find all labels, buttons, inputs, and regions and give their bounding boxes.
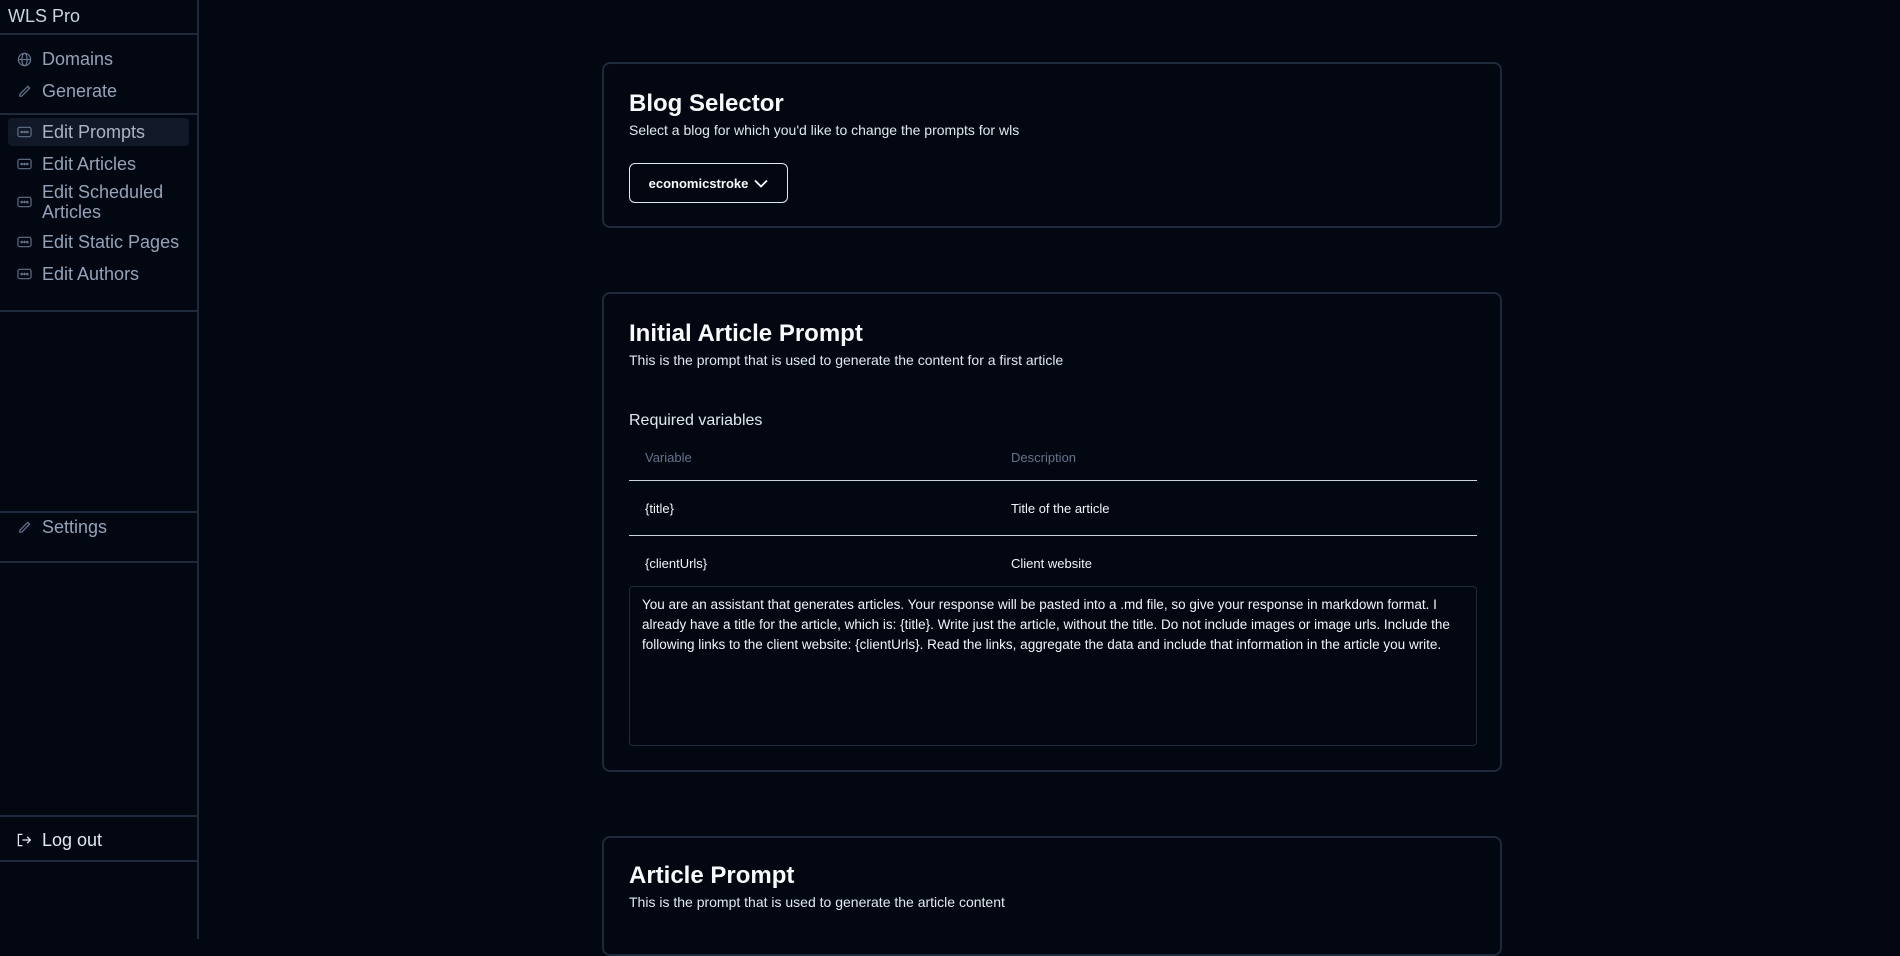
nav-group-settings: Settings bbox=[8, 513, 189, 545]
nav-item-label: Edit Articles bbox=[42, 154, 137, 174]
blog-select-dropdown[interactable]: economicstroke bbox=[629, 163, 788, 203]
variable-cell: {title} bbox=[629, 480, 995, 536]
nav-item-edit-authors[interactable]: Edit Authors bbox=[8, 260, 189, 288]
prompt-textarea[interactable]: You are an assistant that generates arti… bbox=[629, 586, 1477, 746]
variable-cell: {clientUrls} bbox=[645, 555, 708, 571]
card-description: This is the prompt that is used to gener… bbox=[629, 894, 1005, 910]
description-cell: Client website bbox=[1011, 555, 1092, 571]
logout-button[interactable]: Log out bbox=[8, 826, 189, 854]
nav-item-edit-articles[interactable]: Edit Articles bbox=[8, 150, 189, 178]
required-variables-label: Required variables bbox=[629, 412, 763, 429]
nav-item-label: Edit Authors bbox=[42, 264, 140, 284]
nav-item-generate[interactable]: Generate bbox=[8, 77, 189, 105]
chevron-down-icon bbox=[754, 176, 768, 191]
card-description: This is the prompt that is used to gener… bbox=[629, 352, 1064, 368]
description-cell: Title of the article bbox=[995, 480, 1477, 536]
ellipsis-box-icon bbox=[16, 124, 32, 140]
nav-item-label: Edit Prompts bbox=[42, 122, 146, 142]
nav-item-edit-prompts[interactable]: Edit Prompts bbox=[8, 118, 189, 146]
nav-item-domains[interactable]: Domains bbox=[8, 45, 189, 73]
card-title: Blog Selector bbox=[629, 90, 784, 117]
nav-group-edit: Edit Prompts Edit Articles Edit Schedule… bbox=[8, 118, 189, 292]
nav-group-logout: Log out bbox=[8, 826, 189, 858]
nav-item-settings[interactable]: Settings bbox=[8, 513, 189, 541]
column-header: Description bbox=[995, 434, 1477, 481]
pencil-icon bbox=[16, 519, 32, 535]
variables-table: Variable Description {title} Title of th… bbox=[629, 434, 1477, 590]
ellipsis-box-icon bbox=[16, 156, 32, 172]
card-description: Select a blog for which you'd like to ch… bbox=[629, 122, 1020, 138]
sidebar: WLS Pro Domains Generate Edit Prompts Ed… bbox=[0, 0, 199, 939]
divider bbox=[0, 561, 199, 563]
ellipsis-box-icon bbox=[16, 266, 32, 282]
nav-item-label: Generate bbox=[42, 81, 118, 101]
pencil-icon bbox=[16, 83, 32, 99]
blog-selector-card: Blog Selector Select a blog for which yo… bbox=[602, 62, 1502, 228]
selected-blog: economicstroke bbox=[648, 175, 749, 191]
card-title: Article Prompt bbox=[629, 862, 795, 889]
nav-item-label: Domains bbox=[42, 49, 114, 69]
initial-article-prompt-card: Initial Article Prompt This is the promp… bbox=[602, 292, 1502, 772]
divider bbox=[0, 860, 199, 862]
divider bbox=[0, 815, 199, 817]
nav-item-label: Edit Static Pages bbox=[42, 232, 180, 252]
nav-item-label: Edit Scheduled Articles bbox=[42, 182, 164, 222]
logout-label: Log out bbox=[42, 830, 103, 850]
nav-item-edit-static-pages[interactable]: Edit Static Pages bbox=[8, 228, 189, 256]
table-row: {clientUrls} Client website bbox=[629, 536, 1477, 591]
ellipsis-box-icon bbox=[16, 234, 32, 250]
app-title: WLS Pro bbox=[0, 0, 197, 35]
column-header: Variable bbox=[629, 434, 995, 481]
nav-item-edit-scheduled-articles[interactable]: Edit Scheduled Articles bbox=[8, 182, 189, 224]
nav-group-main: Domains Generate bbox=[0, 35, 197, 115]
logout-icon bbox=[16, 832, 32, 848]
article-prompt-card: Article Prompt This is the prompt that i… bbox=[602, 836, 1502, 956]
divider bbox=[0, 310, 199, 312]
table-row: {title} Title of the article bbox=[629, 480, 1477, 536]
card-title: Initial Article Prompt bbox=[629, 320, 863, 347]
globe-icon bbox=[16, 51, 32, 67]
nav-item-label: Settings bbox=[42, 517, 108, 537]
ellipsis-box-icon bbox=[16, 194, 32, 210]
